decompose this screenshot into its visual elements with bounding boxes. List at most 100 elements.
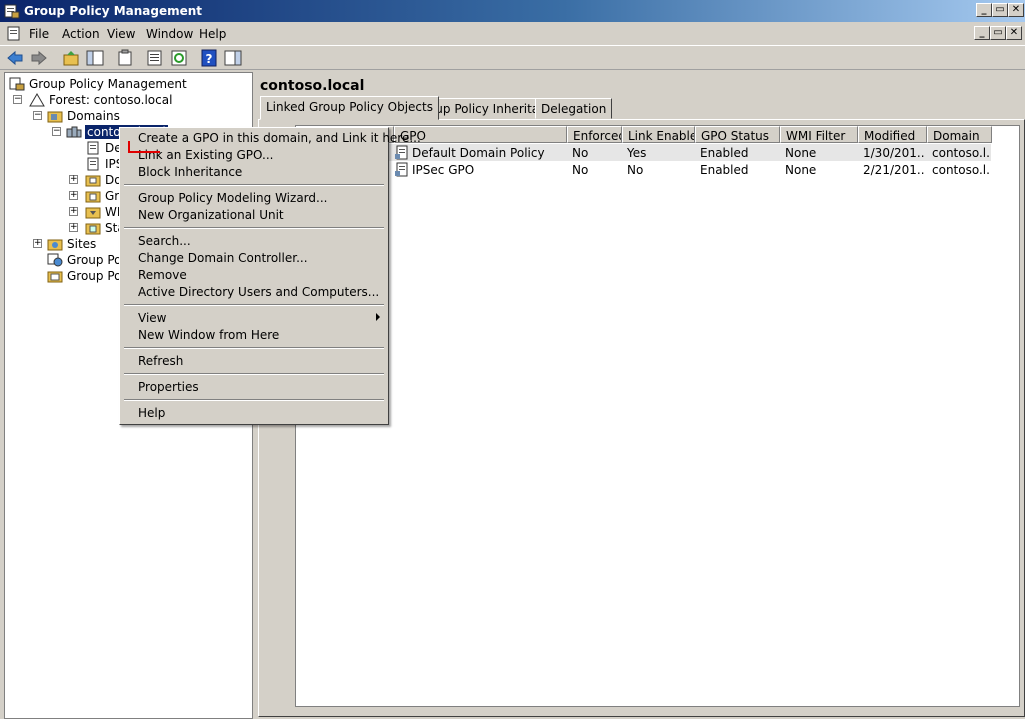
collapse-toggle[interactable]: −: [13, 95, 22, 104]
up-folder-icon[interactable]: [62, 49, 80, 67]
export-list-icon[interactable]: [146, 49, 164, 67]
menu-file[interactable]: File: [29, 27, 49, 41]
menu-action[interactable]: Action: [62, 27, 100, 41]
cell-enforced: No: [572, 163, 589, 177]
gpo-link-icon: [87, 157, 99, 171]
menu-item-refresh[interactable]: Refresh: [138, 354, 183, 368]
tree-item-gpm-root[interactable]: Group Policy Management: [9, 76, 249, 92]
tree-item-starter-gpos[interactable]: + Starter GPOs: [69, 220, 125, 236]
menu-separator: [124, 184, 384, 186]
cell-wmi-filter: None: [785, 163, 817, 177]
column-header-link-enabled[interactable]: Link Enabled: [622, 126, 695, 143]
cell-link-enabled: Yes: [627, 146, 647, 160]
column-header-enforced[interactable]: Enforced: [567, 126, 622, 143]
back-arrow-icon[interactable]: [6, 49, 24, 67]
expand-toggle[interactable]: +: [69, 223, 78, 232]
mdi-document-icon[interactable]: [6, 26, 22, 42]
menu-separator: [124, 399, 384, 401]
tree-item-gp-results[interactable]: Group Policy Results: [47, 268, 122, 284]
tree-item-gp-modeling[interactable]: Group Policy Modeling: [47, 252, 122, 268]
menu-item-change-dc[interactable]: Change Domain Controller...: [138, 251, 308, 265]
gpo-link-icon: [87, 141, 99, 155]
cell-link-enabled: No: [627, 163, 644, 177]
expand-toggle[interactable]: +: [69, 175, 78, 184]
tree-item-forest[interactable]: − Forest: contoso.local: [13, 92, 253, 108]
tab-linked-gpos[interactable]: Linked Group Policy Objects: [260, 96, 439, 120]
menu-item-remove[interactable]: Remove: [138, 268, 187, 282]
column-header-gpo-status[interactable]: GPO Status: [695, 126, 780, 143]
cell-enforced: No: [572, 146, 589, 160]
expand-toggle[interactable]: +: [69, 207, 78, 216]
cell-gpo: Default Domain Policy: [412, 146, 545, 160]
window-title: Group Policy Management: [24, 4, 203, 18]
modeling-icon: [47, 253, 63, 267]
cell-domain: contoso.l...: [932, 146, 990, 160]
menu-item-search[interactable]: Search...: [138, 234, 191, 248]
properties-clipboard-icon[interactable]: [116, 49, 134, 67]
help-icon[interactable]: ?: [200, 49, 218, 67]
cell-modified: 2/21/201...: [863, 163, 925, 177]
tree-item-domains[interactable]: − Domains: [33, 108, 253, 124]
menu-item-aduc[interactable]: Active Directory Users and Computers...: [138, 285, 379, 299]
tree-item-domain-controllers[interactable]: + Domain Controllers: [69, 172, 125, 188]
show-hide-console-tree-icon[interactable]: [86, 49, 104, 67]
column-header-modified[interactable]: Modified: [858, 126, 927, 143]
svg-text:?: ?: [206, 52, 213, 66]
menu-separator: [124, 347, 384, 349]
menu-item-new-window[interactable]: New Window from Here: [138, 328, 279, 342]
cell-gpo-status: Enabled: [700, 146, 749, 160]
cell-domain: contoso.l...: [932, 163, 990, 177]
cell-gpo: IPSec GPO: [412, 163, 475, 177]
tab-delegation[interactable]: Delegation: [535, 98, 613, 119]
collapse-toggle[interactable]: −: [52, 127, 61, 136]
show-action-pane-icon[interactable]: [224, 49, 242, 67]
gpo-folder-icon: [85, 191, 101, 203]
menu-separator: [124, 373, 384, 375]
expand-toggle[interactable]: +: [69, 191, 78, 200]
forward-arrow-icon[interactable]: [30, 49, 48, 67]
tree-item-group-policy-objects[interactable]: + Group Policy Objects: [69, 188, 125, 204]
menu-help[interactable]: Help: [199, 27, 226, 41]
restore-button[interactable]: ▭: [992, 3, 1008, 17]
refresh-icon[interactable]: [170, 49, 188, 67]
menu-item-view[interactable]: View: [138, 311, 166, 325]
menu-separator: [124, 304, 384, 306]
gpm-console-icon: [9, 77, 25, 91]
wmi-folder-icon: [85, 207, 101, 219]
menu-window[interactable]: Window: [146, 27, 193, 41]
details-heading: contoso.local: [260, 78, 365, 94]
domains-folder-icon: [47, 111, 63, 123]
collapse-toggle[interactable]: −: [33, 111, 42, 120]
minimize-button[interactable]: _: [976, 3, 992, 17]
red-annotation-mark: [128, 141, 160, 153]
starter-gpo-folder-icon: [85, 223, 101, 235]
cell-gpo-status: Enabled: [700, 163, 749, 177]
submenu-arrow-icon: [376, 313, 380, 321]
gpm-app-icon: [4, 4, 20, 19]
menu-item-modeling-wizard[interactable]: Group Policy Modeling Wizard...: [138, 191, 327, 205]
gpo-link-icon: [395, 162, 408, 177]
menu-item-create-gpo[interactable]: Create a GPO in this domain, and Link it…: [138, 131, 421, 145]
column-header-wmi-filter[interactable]: WMI Filter: [780, 126, 858, 143]
cell-modified: 1/30/201...: [863, 146, 925, 160]
menu-item-block-inheritance[interactable]: Block Inheritance: [138, 165, 242, 179]
toolbar: ?: [0, 45, 1025, 70]
sites-folder-icon: [47, 239, 63, 251]
title-bar: Group Policy Management _ ▭ ✕: [0, 0, 1025, 22]
child-minimize-button[interactable]: _: [974, 26, 990, 40]
menu-item-new-ou[interactable]: New Organizational Unit: [138, 208, 284, 222]
linked-gpo-list[interactable]: GPO Enforced Link Enabled GPO Status WMI…: [295, 125, 1020, 707]
context-menu: Create a GPO in this domain, and Link it…: [119, 127, 421, 425]
cell-wmi-filter: None: [785, 146, 817, 160]
menu-item-properties[interactable]: Properties: [138, 380, 199, 394]
expand-toggle[interactable]: +: [33, 239, 42, 248]
tree-item-wmi-filters[interactable]: + WMI Filters: [69, 204, 125, 220]
menu-view[interactable]: View: [107, 27, 135, 41]
close-button[interactable]: ✕: [1008, 3, 1024, 17]
column-header-domain[interactable]: Domain: [927, 126, 992, 143]
ou-folder-icon: [85, 175, 101, 187]
forest-triangle-icon: [29, 93, 45, 107]
child-restore-button[interactable]: ▭: [990, 26, 1006, 40]
child-close-button[interactable]: ✕: [1006, 26, 1022, 40]
menu-item-help[interactable]: Help: [138, 406, 165, 420]
